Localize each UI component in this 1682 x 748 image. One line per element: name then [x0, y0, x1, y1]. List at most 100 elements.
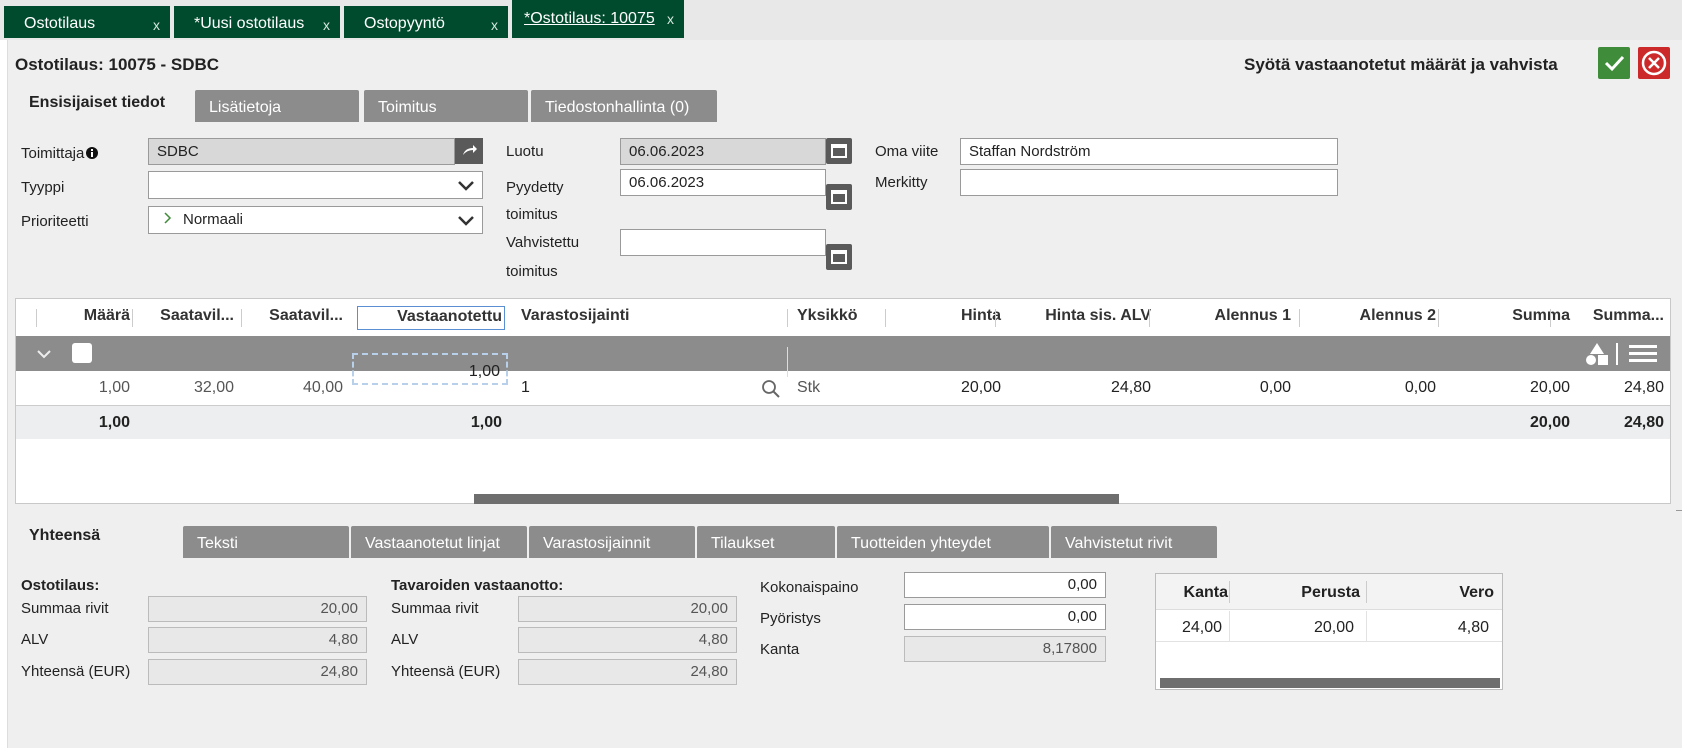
cell-kanta: 24,00	[1181, 619, 1222, 636]
search-icon[interactable]	[762, 380, 780, 398]
col-header-summa[interactable]: Summa	[1446, 307, 1570, 325]
rounding-field[interactable]: 0,00	[904, 604, 1106, 630]
confirmed-delivery-field[interactable]	[620, 229, 826, 256]
received-quantity-input[interactable]: 1,00	[352, 353, 508, 385]
chevron-right-icon	[164, 212, 172, 224]
order-total-label: Yhteensä (EUR)	[21, 663, 131, 680]
col-header-vastaanotettu[interactable]: Vastaanotettu	[357, 306, 505, 330]
own-reference-label: Oma viite	[875, 143, 939, 160]
doc-tab-ostotilaus[interactable]: Ostotilaus x	[4, 6, 170, 38]
chevron-down-icon[interactable]	[37, 350, 51, 360]
open-supplier-button[interactable]	[455, 138, 483, 164]
doc-tab-uusi-ostotilaus[interactable]: *Uusi ostotilaus x	[174, 6, 340, 38]
total-vastaanotettu: 1,00	[470, 414, 502, 431]
tab-tiedostonhallinta[interactable]: Tiedostonhallinta (0)	[531, 90, 717, 122]
order-lines-grid: Määrä Saatavil... Saatavil... Vastaanote…	[15, 298, 1671, 504]
supplier-label: Toimittaja	[21, 145, 99, 162]
type-select[interactable]	[148, 171, 483, 199]
tab-vahvistetut-rivit[interactable]: Vahvistetut rivit	[1051, 526, 1217, 558]
doc-tab-ostopyynto[interactable]: Ostopyyntö x	[344, 6, 508, 38]
calendar-icon[interactable]	[826, 138, 852, 164]
col-header-alennus-2[interactable]: Alennus 2	[1306, 307, 1436, 325]
tab-tuotteiden-yhteydet[interactable]: Tuotteiden yhteydet	[837, 526, 1049, 558]
calendar-icon[interactable]	[826, 184, 852, 210]
tab-tilaukset[interactable]: Tilaukset	[697, 526, 835, 558]
close-tab-icon[interactable]: x	[323, 17, 330, 33]
doc-tab-ostotilaus-10075[interactable]: *Ostotilaus: 10075 x	[512, 0, 684, 38]
column-separator	[885, 309, 886, 327]
column-separator	[241, 309, 242, 327]
check-icon	[1604, 55, 1625, 72]
supplier-field[interactable]: SDBC	[148, 138, 455, 165]
requested-label-line: Pyydetty	[506, 179, 564, 196]
requested-delivery-label: Pyydetty toimitus	[506, 174, 564, 228]
cell-perusta: 20,00	[1313, 619, 1354, 636]
requested-delivery-field[interactable]: 06.06.2023	[620, 169, 826, 196]
horizontal-scrollbar[interactable]	[1160, 678, 1500, 688]
close-tab-icon[interactable]: x	[491, 17, 498, 33]
menu-icon[interactable]	[1629, 343, 1657, 365]
col-header-hinta-alv[interactable]: Hinta sis. ALV	[1001, 307, 1151, 325]
col-header-kanta[interactable]: Kanta	[1156, 584, 1228, 602]
close-circle-icon	[1641, 50, 1667, 76]
tab-teksti[interactable]: Teksti	[183, 526, 349, 558]
own-reference-field[interactable]: Staffan Nordström	[960, 138, 1338, 165]
cell-yksikko: Stk	[797, 379, 821, 396]
instruction-text: Syötä vastaanotetut määrät ja vahvista	[1244, 55, 1558, 74]
confirmed-label-line: toimitus	[506, 263, 558, 280]
type-label: Tyyppi	[21, 179, 65, 196]
order-rows-value: 20,00	[148, 596, 367, 622]
column-separator	[1299, 309, 1300, 327]
doc-tab-label: *Ostotilaus: 10075	[524, 10, 655, 27]
col-header-perusta[interactable]: Perusta	[1230, 584, 1360, 602]
column-separator	[1149, 309, 1150, 327]
close-tab-icon[interactable]: x	[153, 17, 160, 33]
cell-hinta-alv: 24,80	[1110, 379, 1151, 396]
receipt-total-label: Yhteensä (EUR)	[391, 663, 501, 680]
cell-maara: 1,00	[98, 379, 130, 396]
tab-vastaanotetut-linjat[interactable]: Vastaanotetut linjat	[351, 526, 527, 558]
order-vat-value: 4,80	[148, 627, 367, 653]
calendar-icon[interactable]	[826, 244, 852, 270]
totals-row: 1,00 1,00 20,00 24,80	[16, 405, 1670, 439]
tab-ensisijaiset-tiedot[interactable]: Ensisijaiset tiedot	[15, 87, 193, 122]
select-all-checkbox[interactable]	[72, 343, 92, 363]
col-header-vero[interactable]: Vero	[1367, 584, 1494, 602]
col-header-summa-alv[interactable]: Summa...	[1556, 307, 1664, 325]
tab-yhteensa[interactable]: Yhteensä	[15, 520, 181, 556]
shapes-icon[interactable]	[1584, 342, 1610, 366]
cell-saatavilla-2: 40,00	[302, 379, 343, 396]
horizontal-scrollbar[interactable]	[474, 494, 1119, 504]
close-tab-icon[interactable]: x	[667, 11, 674, 27]
tab-varastosijainnit[interactable]: Varastosijainnit	[529, 526, 695, 558]
column-separator	[787, 309, 788, 327]
priority-select[interactable]: Normaali	[148, 206, 483, 234]
receipt-rows-label: Summaa rivit	[391, 600, 479, 617]
requested-label-line: toimitus	[506, 206, 558, 223]
col-header-maara[interactable]: Määrä	[38, 307, 130, 325]
cell-summa-alv: 24,80	[1623, 379, 1664, 396]
col-header-yksikko[interactable]: Yksikkö	[797, 307, 857, 325]
col-header-alennus-1[interactable]: Alennus 1	[1156, 307, 1291, 325]
col-header-varastosijainti[interactable]: Varastosijainti	[521, 307, 630, 325]
column-separator	[995, 309, 996, 327]
col-header-hinta[interactable]: Hinta	[891, 307, 1001, 325]
tab-lisatietoja[interactable]: Lisätietoja	[195, 90, 359, 122]
col-header-saatavilla-2[interactable]: Saatavil...	[243, 307, 343, 325]
cell-varastosijainti[interactable]: 1	[521, 379, 530, 397]
marked-field[interactable]	[960, 169, 1338, 196]
total-weight-field[interactable]: 0,00	[904, 572, 1106, 598]
order-totals-heading: Ostotilaus:	[21, 577, 100, 594]
col-header-saatavilla-1[interactable]: Saatavil...	[134, 307, 234, 325]
info-icon[interactable]	[86, 147, 99, 159]
confirmed-label-line: Vahvistettu	[506, 234, 580, 251]
splitter-handle[interactable]	[1676, 510, 1682, 512]
tab-toimitus[interactable]: Toimitus	[364, 90, 528, 122]
document-tab-bar: Ostotilaus x *Uusi ostotilaus x Ostopyyn…	[0, 0, 1682, 40]
confirm-button[interactable]	[1598, 47, 1630, 79]
created-label: Luotu	[506, 143, 544, 160]
chevron-down-icon	[458, 216, 474, 226]
column-separator	[1438, 309, 1439, 327]
created-date-field[interactable]: 06.06.2023	[620, 138, 826, 165]
cancel-button[interactable]	[1638, 47, 1670, 79]
